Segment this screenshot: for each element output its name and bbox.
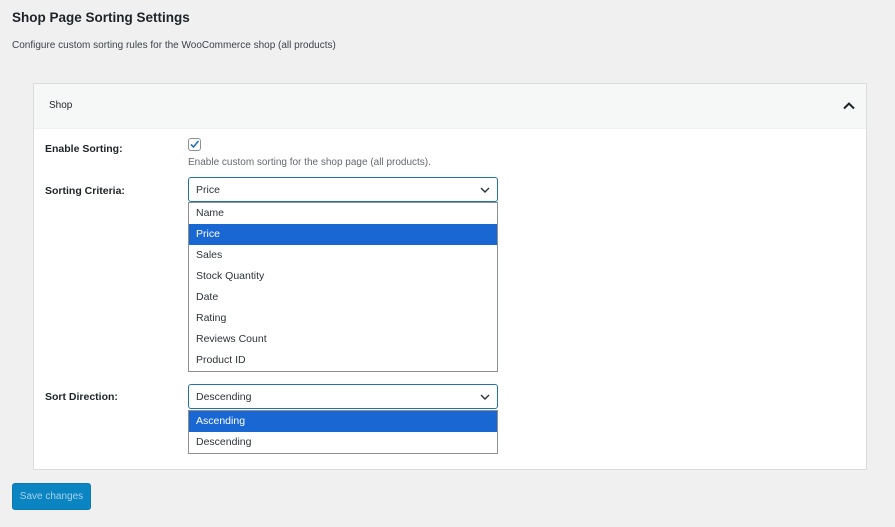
enable-sorting-checkbox[interactable] [188, 138, 201, 151]
enable-sorting-description: Enable custom sorting for the shop page … [188, 157, 431, 168]
sorting-criteria-label: Sorting Criteria: [45, 185, 125, 197]
sorting-criteria-value: Price [196, 184, 220, 196]
sort-direction-select[interactable]: Descending [188, 384, 498, 409]
page-subtitle: Configure custom sorting rules for the W… [12, 40, 336, 51]
option-ascending[interactable]: Ascending [189, 411, 497, 432]
option-price[interactable]: Price [189, 224, 497, 245]
sort-direction-value: Descending [196, 391, 252, 403]
option-reviews-count[interactable]: Reviews Count [189, 329, 497, 350]
option-product-id[interactable]: Product ID [189, 350, 497, 371]
chevron-down-icon [480, 394, 490, 400]
sort-direction-options: Ascending Descending [188, 410, 498, 454]
panel-header[interactable]: Shop [34, 84, 866, 129]
option-sales[interactable]: Sales [189, 245, 497, 266]
sorting-criteria-select[interactable]: Price [188, 177, 498, 202]
option-date[interactable]: Date [189, 287, 497, 308]
sort-direction-label: Sort Direction: [45, 391, 118, 403]
sorting-criteria-options: Name Price Sales Stock Quantity Date Rating Re… [188, 202, 498, 372]
option-rating[interactable]: Rating [189, 308, 497, 329]
option-descending[interactable]: Descending [189, 432, 497, 453]
page-title: Shop Page Sorting Settings [12, 10, 190, 25]
save-changes-button[interactable]: Save changes [12, 483, 91, 510]
chevron-up-icon[interactable] [842, 99, 856, 113]
panel-title: Shop [49, 100, 73, 111]
shop-panel: Shop Enable Sorting: Enable custom sorti… [33, 83, 867, 470]
option-name[interactable]: Name [189, 203, 497, 224]
option-stock-quantity[interactable]: Stock Quantity [189, 266, 497, 287]
enable-sorting-label: Enable Sorting: [45, 143, 123, 155]
chevron-down-icon [480, 187, 490, 193]
checkmark-icon [190, 140, 200, 149]
